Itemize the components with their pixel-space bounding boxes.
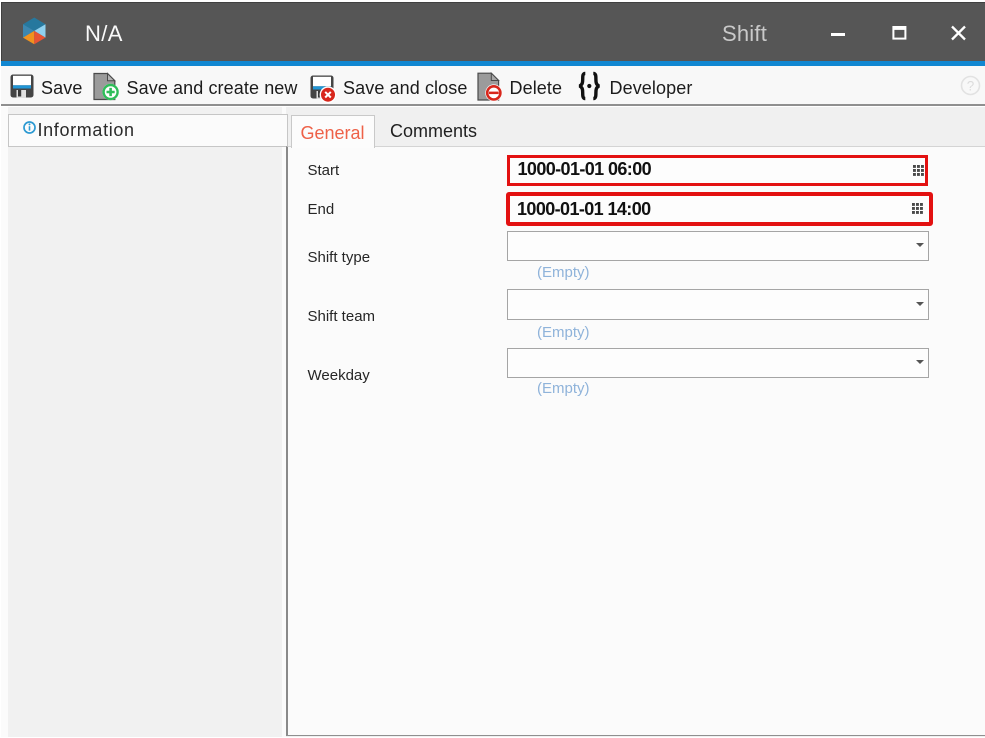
svg-text:?: ? <box>967 78 975 93</box>
